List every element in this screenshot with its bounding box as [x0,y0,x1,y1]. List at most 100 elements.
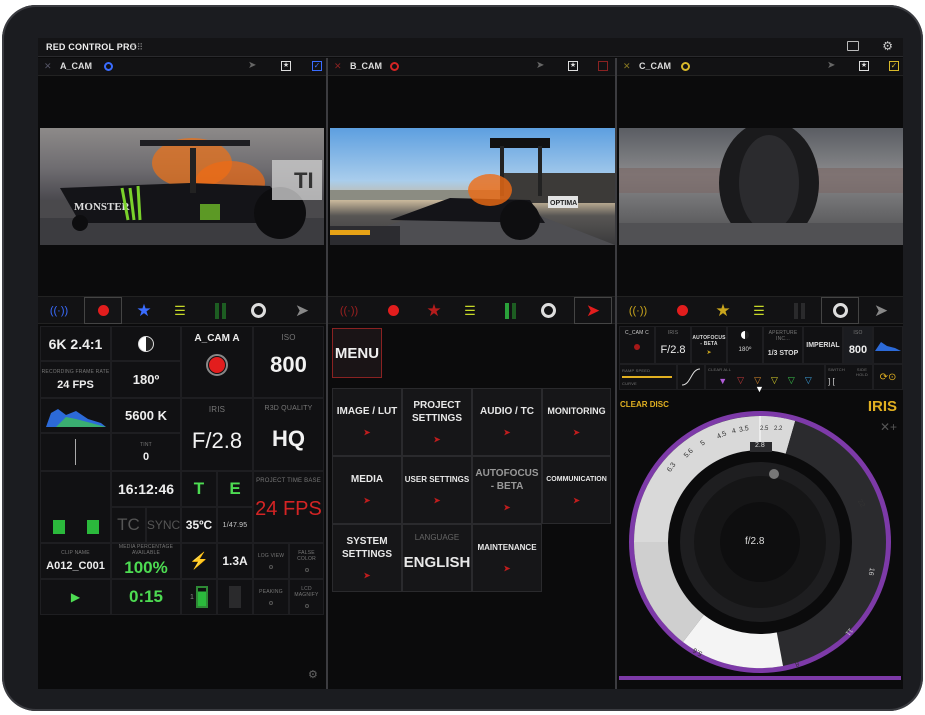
language-cell[interactable]: LANGUAGE ENGLISH [402,524,472,592]
play-icon[interactable]: ➤ [536,60,544,71]
menu-communication[interactable]: COMMUNICATION ➤ [542,456,611,524]
menu-project-settings[interactable]: PROJECT SETTINGS ➤ [402,388,472,456]
menu-media[interactable]: MEDIA ➤ [332,456,402,524]
audio-meter-cell[interactable] [40,471,111,543]
tally-t-cell[interactable]: T [181,471,217,507]
record-button[interactable] [84,297,122,324]
cam-c-iso-cell[interactable]: ISO 800 [843,326,873,364]
column-settings-gear-icon[interactable]: ⚙ [308,668,318,681]
record-button[interactable] [663,297,701,324]
grid-dots-icon[interactable]: ⠿⠿ [130,42,143,53]
switch-cell[interactable]: SWITCH SIDE HOLD] [ [825,364,873,390]
peaking-cell[interactable]: PEAKING [253,579,289,615]
look-cell[interactable] [111,326,181,361]
scope-cell[interactable] [40,433,111,471]
wireless-icon[interactable]: ((·)) [623,297,653,324]
favorite-button[interactable]: ★ [130,297,158,324]
menu-monitoring[interactable]: MONITORING ➤ [542,388,611,456]
clip-cell[interactable]: CLIP NAME A012_C001 [40,543,111,579]
menu-audio-tc[interactable]: AUDIO / TC ➤ [472,388,542,456]
battery2-cell[interactable] [217,579,253,615]
power-cell[interactable]: ⚡ [181,543,217,579]
wireless-icon[interactable]: ((·)) [44,297,74,324]
ramp-slider [622,376,672,378]
circle-icon[interactable] [534,297,562,324]
tc-cell[interactable]: TC [111,507,146,543]
curve-cell[interactable] [677,364,705,390]
iris-cell[interactable]: IRIS F/2.8 [181,398,253,471]
cam-c-shutter: 180º [738,347,752,353]
play-icon[interactable]: ➤ [827,60,835,71]
menu-image-lut[interactable]: IMAGE / LUT ➤ [332,388,402,456]
menu-user-settings[interactable]: USER SETTINGS ➤ [402,456,472,524]
clear-all-cell[interactable]: CLEAR ALL ▼ ▽ ▽ ▽ ▽ ▽ [705,364,825,390]
levels-icon[interactable]: ☰ [166,297,194,324]
favorite-icon[interactable]: ★ [859,61,869,71]
format-cell[interactable]: 6K 2.4:1 [40,326,111,361]
aperture-cell[interactable]: APERTURE INC... 1/3 STOP [763,326,803,364]
cam-c-id-cell[interactable]: C_CAM C [619,326,655,364]
ramp-label: RAMP SPEED [622,368,651,373]
settings-gear-icon[interactable]: ⚙ [882,39,893,53]
select-checkbox[interactable]: ✓ [889,61,899,71]
iso-cell[interactable]: ISO 800 [253,326,324,398]
cam-c-histogram-cell[interactable] [873,326,903,364]
autofocus-cell[interactable]: AUTOFOCUS - BETA ➤ [691,326,727,364]
camera-id-cell[interactable]: A_CAM A [181,326,253,398]
playback-cell[interactable]: ▶ [40,579,111,615]
send-icon[interactable]: ➤ [867,297,895,324]
menu-maintenance[interactable]: MAINTENANCE ➤ [472,524,542,592]
favorite-button[interactable]: ★ [709,297,737,324]
menu-system-settings[interactable]: SYSTEM SETTINGS ➤ [332,524,402,592]
timebase-cell[interactable]: PROJECT TIME BASE 24 FPS [253,471,324,543]
quality-cell[interactable]: R3D QUALITY HQ [253,398,324,471]
tally-e-cell[interactable]: E [217,471,253,507]
current-cell[interactable]: 1.3A [217,543,253,579]
favorite-button[interactable]: ★ [420,297,448,324]
close-icon[interactable]: ✕ [44,61,52,72]
menu-autofocus-beta[interactable]: AUTOFOCUS - BETA ➤ [472,456,542,524]
focus-range-slider[interactable] [619,676,901,680]
circle-icon[interactable] [244,297,272,324]
menu-label: MEDIA [350,474,384,485]
send-button[interactable]: ➤ [574,297,612,324]
meter-icon[interactable] [206,297,234,324]
cam-c-shutter-cell[interactable]: 180º [727,326,763,364]
levels-icon[interactable]: ☰ [745,297,773,324]
timecode-cell[interactable]: 16:12:46 [111,471,181,507]
media-cell[interactable]: MEDIA PERCENTAGE AVAILABLE 100% [111,543,181,579]
meter-icon[interactable] [785,297,813,324]
logview-cell[interactable]: LOG VIEW [253,543,289,579]
temp-cell[interactable]: 35ºC [181,507,217,543]
falsecolor-cell[interactable]: FALSE COLOR [289,543,324,579]
select-checkbox[interactable] [598,61,608,71]
lcdmagnify-cell[interactable]: LCD MAGNIFY [289,579,324,615]
meter-icon[interactable] [496,297,524,324]
select-checkbox[interactable]: ✓ [312,61,322,71]
close-icon[interactable]: ✕ [623,61,631,72]
fps-cell[interactable]: RECORDING FRAME RATE 24 FPS [40,361,111,398]
window-icon[interactable] [847,41,859,51]
circle-button[interactable] [821,297,859,324]
framerate-cell[interactable]: 1/47.95 [217,507,253,543]
histogram-cell[interactable] [40,398,111,433]
send-icon[interactable]: ➤ [288,297,316,324]
levels-icon[interactable]: ☰ [456,297,484,324]
favorite-icon[interactable]: ★ [568,61,578,71]
tint-cell[interactable]: TINT 0 [111,433,181,471]
wireless-icon[interactable]: ((·)) [334,297,364,324]
remaining-cell[interactable]: 0:15 [111,579,181,615]
favorite-icon[interactable]: ★ [281,61,291,71]
shutter-cell[interactable]: 180º [111,361,181,398]
whitebalance-cell[interactable]: 5600 K [111,398,181,433]
close-icon[interactable]: ✕ [334,61,342,72]
units-cell[interactable]: IMPERIAL [803,326,843,364]
sync-cell[interactable]: SYNC [146,507,181,543]
record-button[interactable] [374,297,412,324]
cam-c-iris-cell[interactable]: IRIS F/2.8 [655,326,691,364]
record-indicator-icon [206,354,228,376]
reset-cell[interactable]: ⟳⊙ [873,364,903,390]
play-icon[interactable]: ➤ [248,60,256,71]
ramp-speed-cell[interactable]: RAMP SPEED CURVE [619,364,677,390]
battery-cell[interactable]: 1 [181,579,217,615]
